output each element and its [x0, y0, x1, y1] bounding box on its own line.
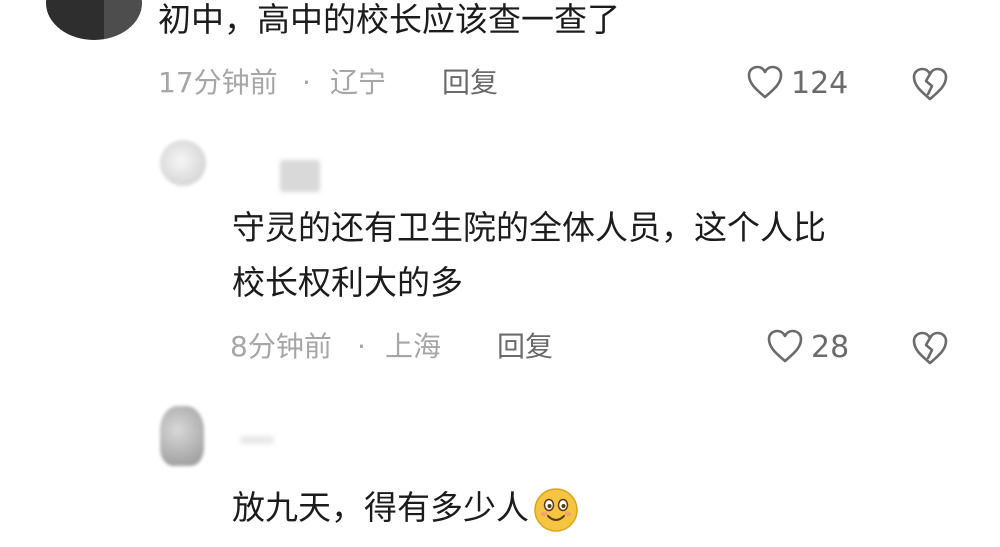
- username-placeholder: [280, 160, 320, 192]
- comment-text: 初中，高中的校长应该查一查了: [158, 0, 620, 39]
- dislike-button[interactable]: [910, 328, 950, 372]
- meta-separator: ·: [357, 330, 366, 363]
- like-count: 28: [811, 330, 850, 365]
- username-placeholder: [240, 436, 274, 444]
- heart-outline-icon: [745, 62, 785, 106]
- broken-heart-icon: [910, 64, 950, 108]
- comment-time: 17分钟前: [158, 66, 278, 99]
- like-button[interactable]: 28: [765, 326, 849, 370]
- avatar[interactable]: [46, 0, 142, 40]
- dislike-button[interactable]: [910, 64, 950, 108]
- reply-button[interactable]: 回复: [497, 330, 553, 364]
- comment-location: 上海: [385, 330, 442, 363]
- avatar[interactable]: [160, 406, 204, 466]
- comment-time: 8分钟前: [230, 330, 332, 363]
- avatar[interactable]: [160, 140, 206, 186]
- comment-location: 辽宁: [330, 66, 387, 99]
- comment-text-line1: 守灵的还有卫生院的全体人员，这个人比: [232, 208, 826, 247]
- comment-text: 放九天，得有多少人: [232, 488, 529, 527]
- meta-separator: ·: [302, 66, 311, 99]
- comment-text-line2: 校长权利大的多: [232, 263, 463, 302]
- comment-text-row: 放九天，得有多少人: [232, 483, 579, 533]
- heart-outline-icon: [765, 326, 805, 370]
- smile-emoji-icon: [533, 487, 579, 533]
- like-count: 124: [791, 66, 849, 101]
- like-button[interactable]: 124: [745, 62, 848, 106]
- reply-button[interactable]: 回复: [442, 66, 498, 100]
- broken-heart-icon: [910, 328, 950, 372]
